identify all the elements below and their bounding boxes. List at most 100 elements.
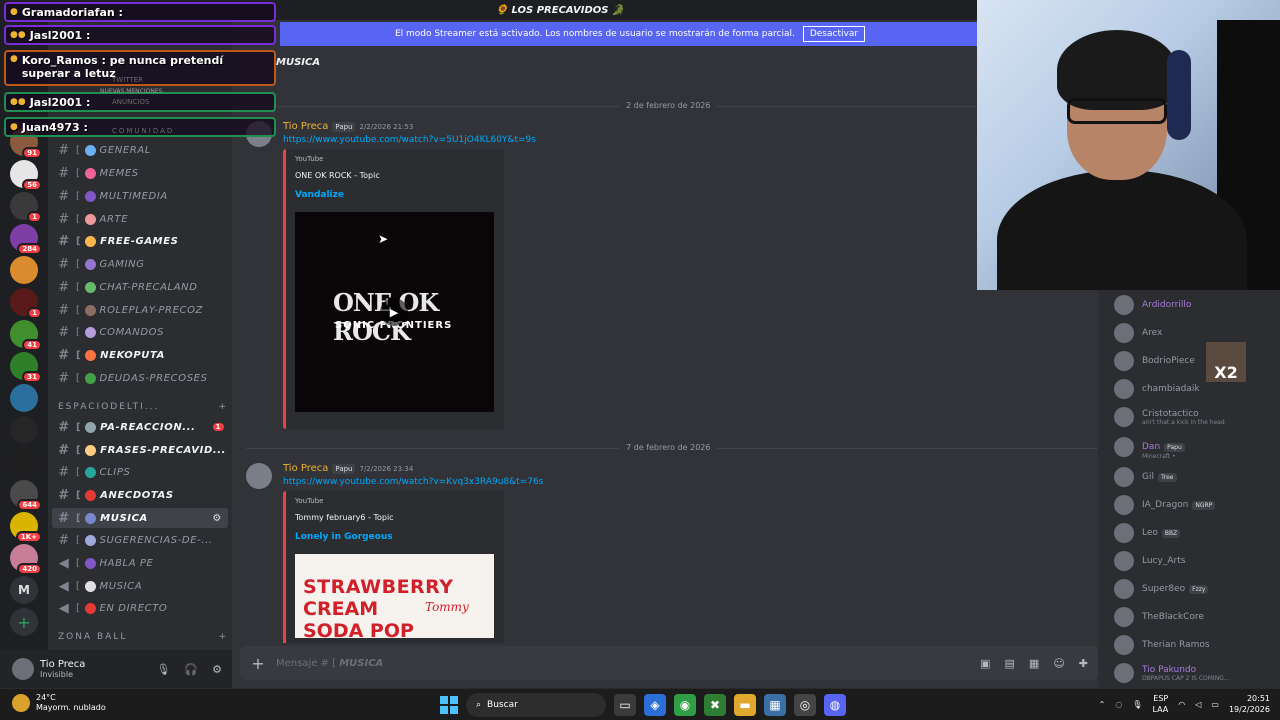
file-explorer-icon[interactable]: ▬ — [734, 694, 756, 716]
overlay-sticker: X2 — [1206, 342, 1246, 382]
member-item[interactable]: Tio Pakundo DBPAPUS CAP 2 IS COMING... — [1114, 660, 1280, 686]
channel-item[interactable]: # [FREE-GAMES — [52, 231, 228, 251]
language-indicator[interactable]: ESP LAA — [1152, 693, 1168, 715]
copilot-icon[interactable]: ◈ — [644, 694, 666, 716]
sticker-icon[interactable]: ▦ — [1029, 657, 1039, 670]
deactivate-streamer-button[interactable]: Desactivar — [802, 26, 866, 42]
member-item[interactable]: IA_Dragon NGRP — [1114, 492, 1280, 518]
channel-item[interactable]: # [GENERAL — [52, 140, 228, 160]
store-icon[interactable]: ▦ — [764, 694, 786, 716]
channel-item[interactable]: # [DEUDAS-PRECOSES — [52, 368, 228, 388]
video-thumbnail[interactable]: ONE OK ROCK SONIC FRONTIERS ▶ — [295, 212, 494, 412]
category-header[interactable]: ZONA BALL + — [58, 632, 228, 642]
channel-settings-icon[interactable]: ⚙ — [212, 513, 222, 524]
channel-item[interactable]: # [CHAT-PRECALAND — [52, 277, 228, 297]
server-icon[interactable]: 1 — [10, 288, 42, 319]
weather-widget[interactable]: 24°C Mayorm. nublado — [12, 693, 106, 713]
channel-item[interactable]: # [ANECDOTAS — [52, 485, 228, 505]
search-box[interactable]: ⌕ Buscar — [466, 693, 606, 717]
discord-icon[interactable]: ◍ — [824, 694, 846, 716]
server-icon[interactable] — [10, 448, 38, 476]
member-item[interactable]: Therian Ramos — [1114, 632, 1280, 658]
server-icon[interactable]: 644 — [10, 480, 42, 511]
windows-start-icon[interactable] — [440, 696, 458, 714]
server-icon[interactable]: 1 — [10, 192, 42, 223]
add-channel-icon[interactable]: + — [218, 402, 228, 412]
album-art-script: Tommy — [425, 600, 469, 614]
member-item[interactable]: BodrioPiece — [1114, 348, 1280, 374]
server-letter-icon[interactable]: M — [10, 576, 38, 604]
voice-channel-item[interactable]: ◀ [HABLA PE — [52, 553, 228, 573]
server-icon[interactable]: 420 — [10, 544, 42, 575]
channel-item[interactable]: # [NEKOPUTA — [52, 345, 228, 365]
apps-icon[interactable]: ✚ — [1079, 657, 1088, 670]
channel-item[interactable]: # [PA-REACCION... 1 — [52, 417, 228, 437]
channel-item[interactable]: # [SUGERENCIAS-DE-... — [52, 530, 228, 550]
voice-channel-item[interactable]: ◀ [MUSICA — [52, 576, 228, 596]
gear-icon[interactable]: ⚙ — [212, 663, 222, 676]
video-thumbnail[interactable]: STRAWBERRY CREAM SODA POP Tommy — [295, 554, 494, 638]
author-name[interactable]: Tio Preca — [283, 121, 328, 132]
member-item[interactable]: TheBlackCore — [1114, 604, 1280, 630]
member-item[interactable]: Gil Tree — [1114, 464, 1280, 490]
channel-item[interactable]: # [CLIPS — [52, 462, 228, 482]
volume-icon[interactable]: ◁ — [1195, 700, 1201, 709]
add-channel-icon[interactable]: + — [218, 632, 228, 642]
member-item[interactable]: Ardidorrillo — [1114, 292, 1280, 318]
voice-channel-item[interactable]: ◀ [EN DIRECTO — [52, 598, 228, 618]
gift-icon[interactable]: ▣ — [980, 657, 990, 670]
chrome-icon[interactable]: ◉ — [674, 694, 696, 716]
server-icon[interactable] — [10, 416, 38, 444]
member-item[interactable]: Lucy_Arts — [1114, 548, 1280, 574]
channel-item[interactable]: # [GAMING — [52, 254, 228, 274]
server-icon[interactable]: 284 — [10, 224, 42, 255]
microphone-icon[interactable]: 🎙 — [1132, 700, 1142, 709]
task-view-icon[interactable]: ▭ — [614, 694, 636, 716]
server-icon[interactable] — [10, 384, 38, 412]
channel-item[interactable]: # [FRASES-PRECAVID... — [52, 440, 228, 460]
attach-plus-icon[interactable]: + — [240, 654, 276, 673]
channel-item[interactable]: # [MEMES — [52, 163, 228, 183]
channel-item[interactable]: # [ARTE — [52, 209, 228, 229]
headphones-icon[interactable]: 🎧 — [184, 663, 198, 676]
server-icon[interactable] — [10, 256, 38, 284]
member-item[interactable]: Super8eo Fzzy — [1114, 576, 1280, 602]
avatar[interactable] — [12, 658, 34, 680]
server-icon[interactable]: 56 — [10, 160, 42, 191]
channel-item[interactable]: # [ROLEPLAY-PRECOZ — [52, 300, 228, 320]
play-icon[interactable]: ▶ — [380, 298, 408, 326]
embed-author[interactable]: ONE OK ROCK - Topic — [295, 171, 380, 180]
server-icon[interactable]: 41 — [10, 320, 42, 351]
server-icon[interactable]: 31 — [10, 352, 42, 383]
network-icon[interactable]: ◌ — [1115, 700, 1122, 709]
chevron-up-icon[interactable]: ⌃ — [1099, 700, 1106, 709]
clock[interactable]: 20:51 19/2/2026 — [1229, 693, 1270, 715]
author-name[interactable]: Tio Preca — [283, 463, 328, 474]
gif-icon[interactable]: ▤ — [1005, 657, 1015, 670]
battery-icon[interactable]: ▭ — [1211, 700, 1219, 709]
message-link[interactable]: https://www.youtube.com/watch?v=Kvq3x3RA… — [283, 477, 543, 487]
member-item[interactable]: Leo BBZ — [1114, 520, 1280, 546]
user-info[interactable]: Tio Preca Invisible — [40, 659, 85, 679]
avatar[interactable] — [246, 463, 272, 489]
member-item[interactable]: Cristotactico ain't that a kick in the he… — [1114, 404, 1280, 430]
xbox-icon[interactable]: ✖ — [704, 694, 726, 716]
channel-item[interactable]: # [COMANDOS — [52, 322, 228, 342]
member-item[interactable]: chambiadaik — [1114, 376, 1280, 402]
channel-item[interactable]: # [MULTIMEDIA — [52, 186, 228, 206]
embed-title[interactable]: Vandalize — [295, 190, 344, 200]
member-item[interactable]: Arex — [1114, 320, 1280, 346]
microphone-icon[interactable]: 🎙 — [156, 663, 170, 676]
embed-title[interactable]: Lonely in Gorgeous — [295, 532, 393, 542]
message-composer[interactable]: + Mensaje # [ MUSICA ▣ ▤ ▦ ☺ ✚ — [240, 646, 1098, 680]
message-link[interactable]: https://www.youtube.com/watch?v=5U1jO4KL… — [283, 135, 536, 145]
server-icon[interactable]: 1K+ — [10, 512, 42, 543]
obs-icon[interactable]: ◎ — [794, 694, 816, 716]
channel-item-selected[interactable]: # [MUSICA ⚙ — [52, 508, 228, 528]
category-header[interactable]: ESPACIODELTI... + — [58, 402, 228, 412]
member-item[interactable]: Dan Papu Minecraft • — [1114, 434, 1280, 460]
embed-author[interactable]: Tommy february6 - Topic — [295, 513, 394, 522]
wifi-icon[interactable]: ◠ — [1178, 700, 1185, 709]
add-server-icon[interactable]: + — [10, 608, 38, 636]
emoji-icon[interactable]: ☺ — [1053, 657, 1064, 670]
